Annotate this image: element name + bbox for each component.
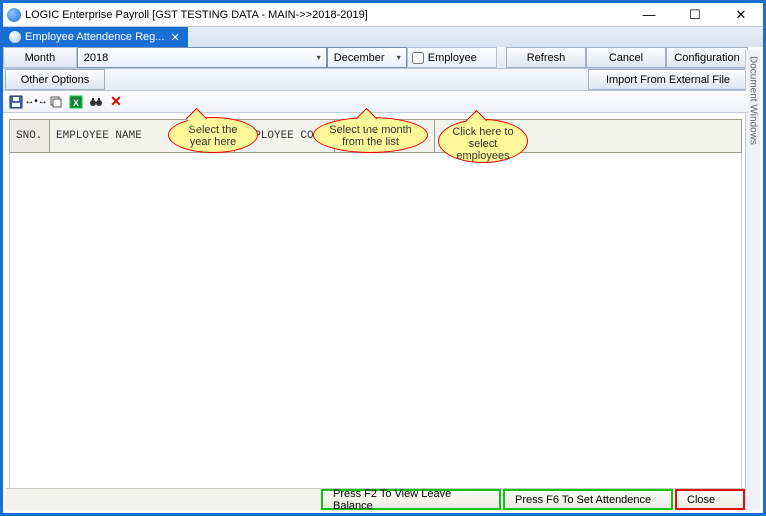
employee-label: Employee — [428, 52, 477, 64]
refresh-button[interactable]: Refresh — [506, 47, 586, 68]
annotation-month: Select the month from the list — [313, 117, 428, 153]
annotation-employee: Click here to select employees — [438, 119, 528, 163]
secondary-toolbar: Other Options Import From External File — [3, 69, 748, 91]
other-options-button[interactable]: Other Options — [5, 69, 105, 90]
copy-icon[interactable] — [49, 95, 63, 109]
grid-body — [9, 153, 742, 493]
year-value: 2018 — [84, 52, 108, 64]
month-label: Month — [3, 47, 77, 68]
chevron-down-icon: ▾ — [394, 53, 404, 62]
month-dropdown[interactable]: December ▾ — [327, 47, 407, 68]
save-icon[interactable] — [9, 95, 23, 109]
close-button[interactable]: Close — [675, 489, 745, 510]
close-window-button[interactable]: ✕ — [723, 6, 759, 24]
footer-bar: Press F2 To View Leave Balance Press F6 … — [6, 488, 745, 510]
icon-toolbar: ↔•↔ X ✕ — [3, 91, 748, 113]
binoculars-icon[interactable] — [89, 95, 103, 109]
window-title: LOGIC Enterprise Payroll [GST TESTING DA… — [25, 9, 368, 21]
document-tab-bar: Employee Attendence Reg... ✕ — [3, 26, 763, 47]
filter-toolbar: Month 2018 ▾ December ▾ Employee Refresh… — [3, 47, 748, 69]
import-button[interactable]: Import From External File — [588, 69, 748, 90]
document-windows-panel[interactable]: Document Windows — [745, 50, 760, 510]
tab-label: Employee Attendence Reg... — [25, 31, 164, 43]
expand-icon[interactable]: ↔•↔ — [29, 95, 43, 109]
tab-icon — [9, 31, 21, 43]
cancel-button[interactable]: Cancel — [586, 47, 666, 68]
minimize-button[interactable]: — — [631, 6, 667, 24]
set-attendance-button[interactable]: Press F6 To Set Attendence — [503, 489, 673, 510]
delete-icon[interactable]: ✕ — [109, 95, 123, 109]
month-value: December — [334, 52, 385, 64]
col-sno[interactable]: SNO. — [10, 120, 50, 152]
title-bar: LOGIC Enterprise Payroll [GST TESTING DA… — [3, 3, 763, 26]
employee-checkbox-cell[interactable]: Employee — [407, 47, 497, 68]
chevron-down-icon: ▾ — [314, 53, 324, 62]
configuration-button[interactable]: Configuration — [666, 47, 748, 68]
year-dropdown[interactable]: 2018 ▾ — [77, 47, 327, 68]
tab-close-button[interactable]: ✕ — [168, 31, 181, 44]
excel-icon[interactable]: X — [69, 95, 83, 109]
svg-text:X: X — [73, 98, 79, 108]
maximize-button[interactable]: ☐ — [677, 6, 713, 24]
app-icon — [7, 8, 21, 22]
annotation-year: Select the year here — [168, 117, 258, 153]
tab-attendance-register[interactable]: Employee Attendence Reg... ✕ — [3, 27, 188, 48]
view-leave-balance-button[interactable]: Press F2 To View Leave Balance — [321, 489, 501, 510]
employee-checkbox[interactable] — [412, 52, 424, 64]
document-windows-label: Document Windows — [748, 50, 759, 510]
